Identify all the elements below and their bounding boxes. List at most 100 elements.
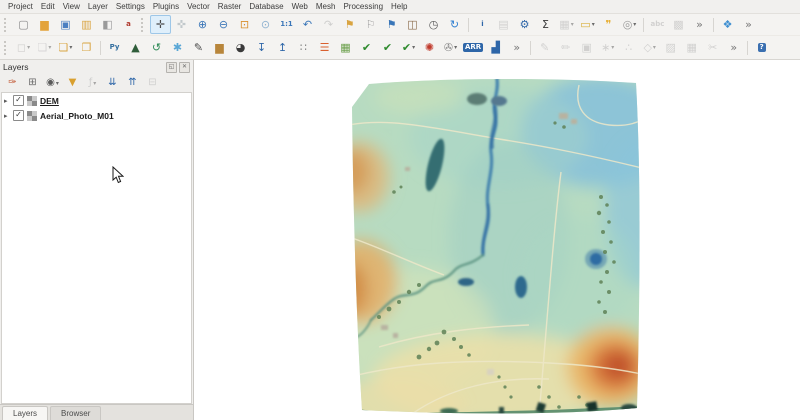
new-spatial-bookmark-button[interactable]: ⚑ bbox=[339, 15, 360, 34]
new-project-button[interactable]: ▢ bbox=[13, 15, 34, 34]
layer-name[interactable]: Aerial_Photo_M01 bbox=[40, 111, 114, 121]
menu-help[interactable]: Help bbox=[387, 1, 411, 12]
open-layer-styling-button[interactable]: ✑ bbox=[3, 75, 22, 92]
layer-name[interactable]: DEM bbox=[40, 96, 59, 106]
temporal-controller-button[interactable]: ◷ bbox=[423, 15, 444, 34]
pan-to-selection-button[interactable]: ✜ bbox=[171, 15, 192, 34]
select-features-dropdown-icon[interactable]: ▾ bbox=[27, 44, 30, 51]
chart-tool-button[interactable]: ☰ bbox=[314, 38, 335, 57]
import-layer-button[interactable]: ↧ bbox=[251, 38, 272, 57]
add-feature-button[interactable]: ∗▾ bbox=[597, 38, 618, 57]
save-project-button[interactable]: ▣ bbox=[55, 15, 76, 34]
menu-mesh[interactable]: Mesh bbox=[312, 1, 340, 12]
scp-plugin-button[interactable]: ✱ bbox=[167, 38, 188, 57]
manage-map-themes-button[interactable]: ◉▾ bbox=[43, 75, 62, 92]
identify-features-button[interactable]: i bbox=[472, 15, 493, 34]
project-properties-button[interactable]: ◧ bbox=[97, 15, 118, 34]
remove-layer-button[interactable]: ⊟ bbox=[143, 75, 162, 92]
expander-icon[interactable]: ▸ bbox=[4, 97, 10, 105]
blue-chart-plugin-button[interactable]: ▟ bbox=[485, 38, 506, 57]
new-project-from-template-button[interactable]: ▥ bbox=[76, 15, 97, 34]
menu-raster[interactable]: Raster bbox=[214, 1, 246, 12]
paste-features-button[interactable]: ❐ bbox=[76, 38, 97, 57]
menu-project[interactable]: Project bbox=[4, 1, 37, 12]
expand-all-button[interactable]: ⇊ bbox=[103, 75, 122, 92]
style-manager-button[interactable]: a bbox=[118, 15, 139, 34]
zoom-to-selection-button[interactable]: ⊙ bbox=[255, 15, 276, 34]
filter-legend-button[interactable]: ▼ bbox=[63, 75, 82, 92]
dock-tab-layers[interactable]: Layers bbox=[2, 406, 48, 420]
save-layer-edits-button[interactable]: ▣ bbox=[576, 38, 597, 57]
menu-edit[interactable]: Edit bbox=[37, 1, 59, 12]
zoom-next-button[interactable]: ↷ bbox=[318, 15, 339, 34]
bookmark-book-button[interactable]: ◫ bbox=[402, 15, 423, 34]
add-group-button[interactable]: ⊞ bbox=[23, 75, 42, 92]
menu-database[interactable]: Database bbox=[245, 1, 287, 12]
raster-tool-button[interactable]: ▦ bbox=[335, 38, 356, 57]
pan-map-button[interactable]: ✛ bbox=[150, 15, 171, 34]
zoom-in-button[interactable]: ⊕ bbox=[192, 15, 213, 34]
attachment-tool-dropdown-icon[interactable]: ▾ bbox=[454, 44, 457, 51]
data-package-button[interactable]: ▆ bbox=[209, 38, 230, 57]
labeling-options-button[interactable]: ▩ bbox=[668, 15, 689, 34]
delete-selected-button[interactable]: ▦ bbox=[681, 38, 702, 57]
copy-features-dropdown-icon[interactable]: ▾ bbox=[69, 44, 72, 51]
measure-tool-button[interactable]: ▭▾ bbox=[577, 15, 598, 34]
refresh-map-button[interactable]: ↻ bbox=[444, 15, 465, 34]
menu-settings[interactable]: Settings bbox=[112, 1, 149, 12]
check-geometry-3-dropdown-icon[interactable]: ▾ bbox=[412, 44, 415, 51]
menu-layer[interactable]: Layer bbox=[84, 1, 112, 12]
vertex-tool-button[interactable]: ◇▾ bbox=[639, 38, 660, 57]
zoom-full-button[interactable]: ⊡ bbox=[234, 15, 255, 34]
zoom-native-button[interactable]: 1:1 bbox=[276, 15, 297, 34]
attribute-table-dropdown-icon[interactable]: ▾ bbox=[571, 21, 574, 28]
map-canvas[interactable] bbox=[194, 60, 800, 420]
menu-view[interactable]: View bbox=[59, 1, 84, 12]
cut-features-button[interactable]: ✂ bbox=[702, 38, 723, 57]
label-abc-button[interactable]: abc bbox=[647, 15, 668, 34]
modify-attributes-button[interactable]: ▨ bbox=[660, 38, 681, 57]
copy-features-button[interactable]: ❏▾ bbox=[55, 38, 76, 57]
profile-tool-button[interactable]: ✎ bbox=[188, 38, 209, 57]
tca-tool-button[interactable]: ∷ bbox=[293, 38, 314, 57]
help-button[interactable]: ? bbox=[751, 38, 772, 57]
locator-search-button[interactable]: ◎▾ bbox=[619, 15, 640, 34]
attachment-tool-button[interactable]: ✇▾ bbox=[440, 38, 461, 57]
add-layer-group-button[interactable]: ❖ bbox=[717, 15, 738, 34]
red-plugin-button[interactable]: ✺ bbox=[419, 38, 440, 57]
python-console-button[interactable]: Py bbox=[104, 38, 125, 57]
close-panel-button[interactable]: ✕ bbox=[179, 62, 190, 73]
menu-plugins[interactable]: Plugins bbox=[149, 1, 183, 12]
select-features-button[interactable]: ◻▾ bbox=[13, 38, 34, 57]
toolbar-overflow-4-button[interactable]: » bbox=[723, 38, 744, 57]
arr-plugin-button[interactable]: ARR bbox=[461, 38, 485, 57]
check-geometry-2-button[interactable]: ✔ bbox=[377, 38, 398, 57]
filter-by-expression-dropdown-icon[interactable]: ▾ bbox=[93, 80, 96, 87]
locator-search-dropdown-icon[interactable]: ▾ bbox=[633, 21, 636, 28]
float-panel-button[interactable]: ◱ bbox=[166, 62, 177, 73]
check-geometry-1-button[interactable]: ✔ bbox=[356, 38, 377, 57]
menu-web[interactable]: Web bbox=[288, 1, 312, 12]
zoom-out-button[interactable]: ⊖ bbox=[213, 15, 234, 34]
show-spatial-bookmarks-button[interactable]: ⚑ bbox=[381, 15, 402, 34]
collapse-all-button[interactable]: ⇈ bbox=[123, 75, 142, 92]
processing-toolbox-button[interactable]: ⚙ bbox=[514, 15, 535, 34]
layer-checkbox[interactable]: ✓ bbox=[13, 110, 24, 121]
map-tips-button[interactable]: ❞ bbox=[598, 15, 619, 34]
vertex-tool-all-button[interactable]: ∴ bbox=[618, 38, 639, 57]
vertex-tool-dropdown-icon[interactable]: ▾ bbox=[653, 44, 656, 51]
layer-tree[interactable]: ▸✓DEM▸✓Aerial_Photo_M01 bbox=[1, 92, 192, 404]
zoom-last-button[interactable]: ↶ bbox=[297, 15, 318, 34]
grass-tools-button[interactable]: ▲ bbox=[125, 38, 146, 57]
current-edits-button[interactable]: ✎ bbox=[534, 38, 555, 57]
layer-checkbox[interactable]: ✓ bbox=[13, 95, 24, 106]
attribute-table-button[interactable]: ▦▾ bbox=[556, 15, 577, 34]
open-project-button[interactable]: ▆ bbox=[34, 15, 55, 34]
menu-vector[interactable]: Vector bbox=[183, 1, 214, 12]
sum-statistics-button[interactable]: Σ bbox=[535, 15, 556, 34]
measure-tool-dropdown-icon[interactable]: ▾ bbox=[592, 21, 595, 28]
plugin-circle-button[interactable]: ◕ bbox=[230, 38, 251, 57]
layer-row-aerial_photo_m01[interactable]: ▸✓Aerial_Photo_M01 bbox=[2, 108, 191, 123]
dock-tab-browser[interactable]: Browser bbox=[50, 406, 101, 420]
deselect-features-button[interactable]: ❏▾ bbox=[34, 38, 55, 57]
